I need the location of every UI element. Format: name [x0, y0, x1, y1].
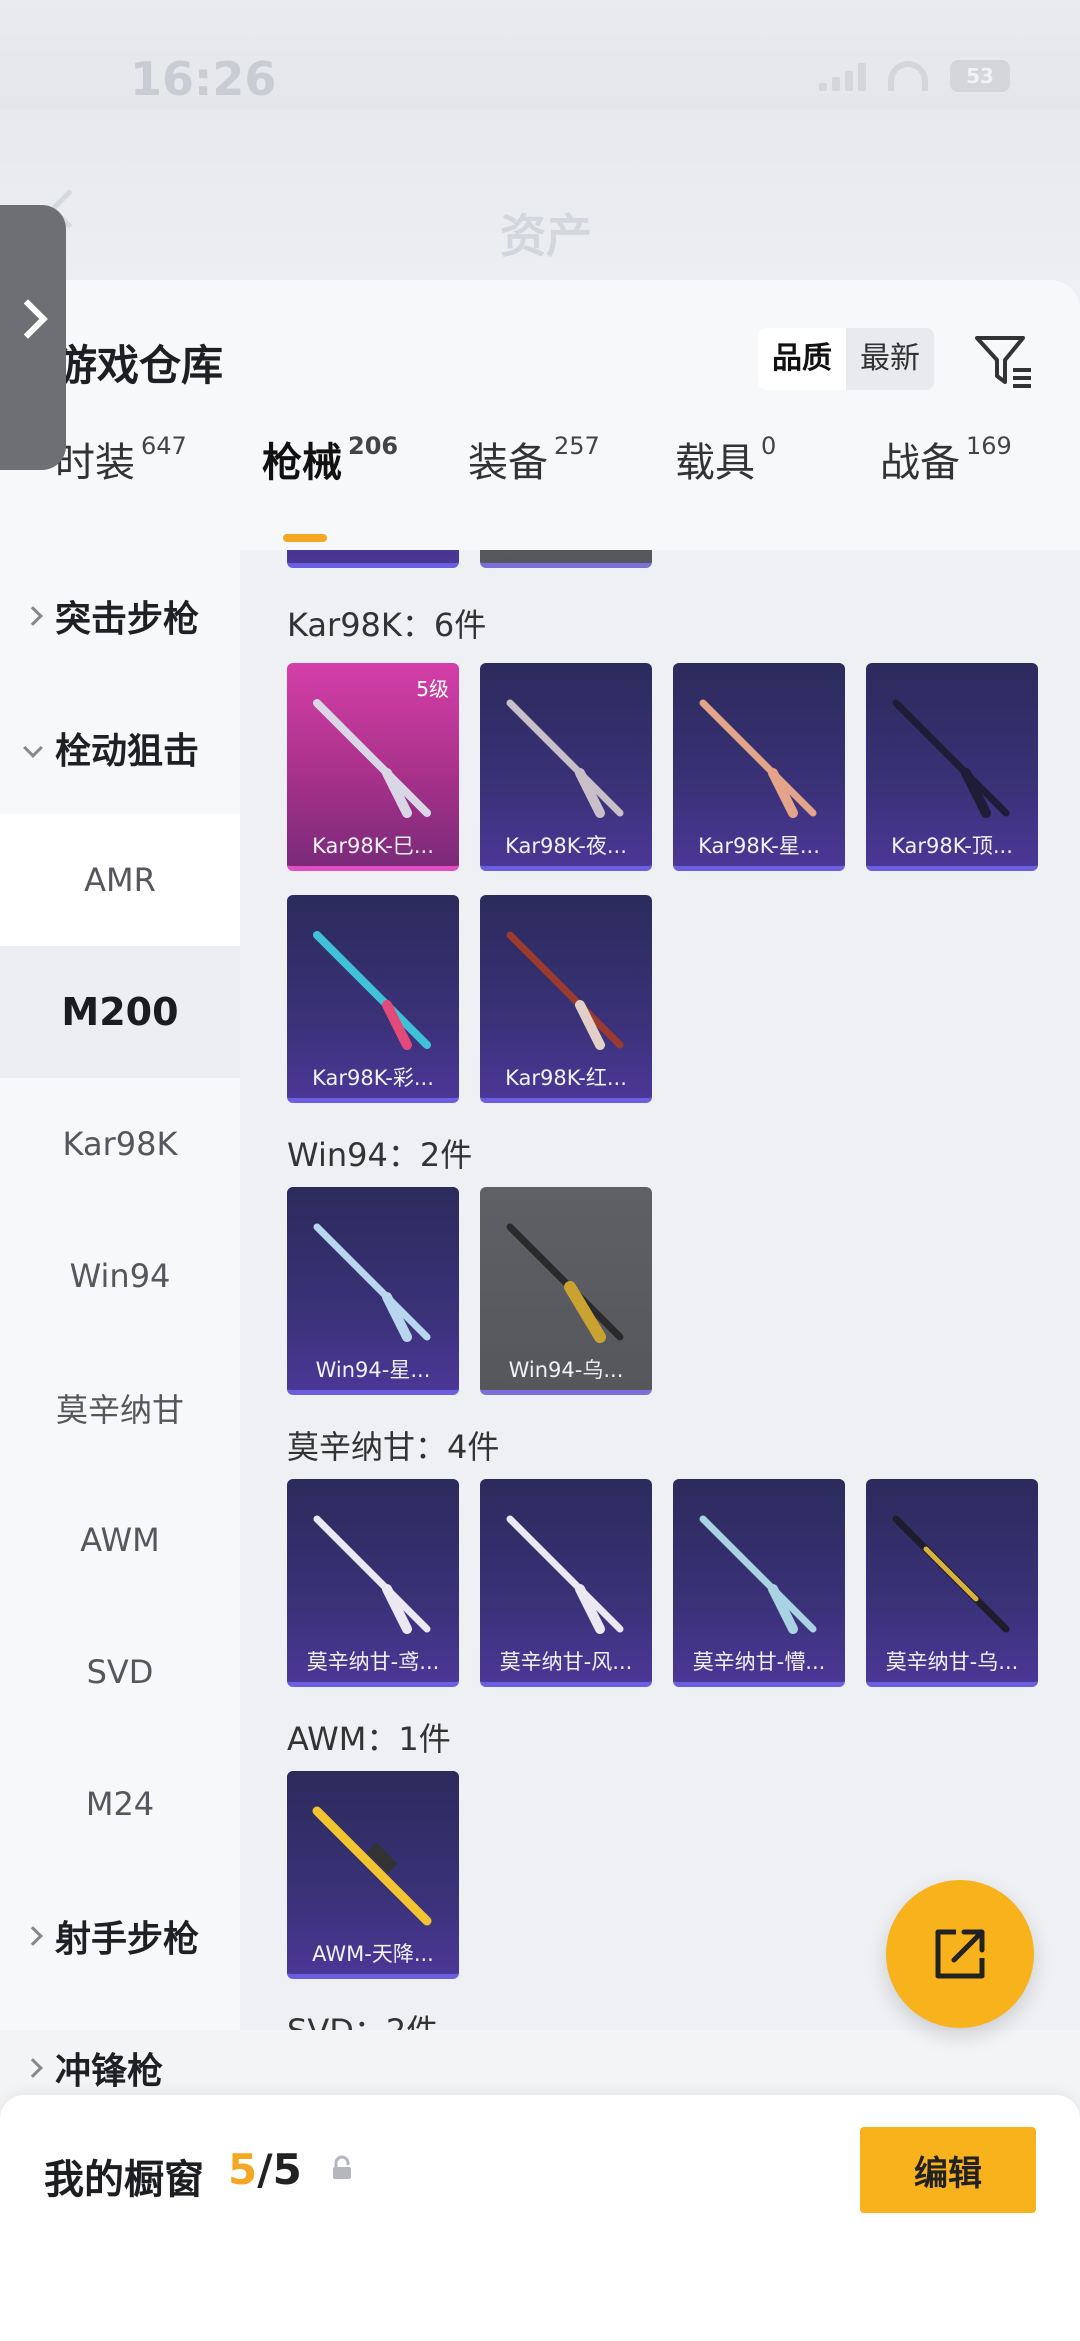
- background-header-title: 资产: [500, 209, 592, 263]
- section-title-kar98k: Kar98K：6件: [287, 606, 487, 644]
- weapon-card[interactable]: Kar98K-夜...: [480, 663, 652, 871]
- sort-toggle[interactable]: 品质 最新: [758, 328, 934, 390]
- status-bar: 16:26 53: [0, 0, 1080, 110]
- category-tabs: 时装 647 枪械 206 装备 257 载具 0 战备 169: [0, 430, 1080, 540]
- section-title-mosin: 莫辛纳甘：4件: [287, 1428, 500, 1466]
- sidebar-item-win94[interactable]: Win94: [0, 1210, 240, 1342]
- drawer-handle[interactable]: [0, 205, 66, 470]
- rifle-icon: [699, 1515, 817, 1634]
- active-tab-indicator: [283, 534, 327, 542]
- weapon-card[interactable]: 莫辛纳甘-乌...: [866, 1479, 1038, 1687]
- weapon-grid: Kar98K：6件 5级 Kar98K-巳... Kar98K-夜... Kar…: [240, 550, 1080, 2030]
- tab-supplies[interactable]: 战备 169: [880, 430, 1012, 488]
- sidebar-item-m200[interactable]: M200: [0, 946, 240, 1078]
- sidebar-group-bolt-sniper[interactable]: 栓动狙击: [0, 682, 240, 814]
- weapon-card[interactable]: Kar98K-顶...: [866, 663, 1038, 871]
- sidebar-group-marksman-rifle[interactable]: 射手步枪: [0, 1870, 240, 2002]
- weapon-card[interactable]: 莫辛纳甘-懵...: [673, 1479, 845, 1687]
- section-title-win94: Win94：2件: [287, 1136, 473, 1174]
- section-title-awm: AWM：1件: [287, 1720, 451, 1758]
- status-icons: 53: [819, 60, 1010, 92]
- rifle-icon: [892, 1515, 1010, 1633]
- weapon-card[interactable]: Kar98K-红...: [480, 895, 652, 1103]
- sidebar-item-svd[interactable]: SVD: [0, 1606, 240, 1738]
- tab-guns[interactable]: 枪械 206: [262, 430, 398, 488]
- weapon-card[interactable]: AWM-天降...: [287, 1771, 459, 1979]
- battery-icon: 53: [950, 60, 1010, 92]
- weapon-card[interactable]: 莫辛纳甘-鸢...: [287, 1479, 459, 1687]
- filter-icon[interactable]: [973, 330, 1035, 392]
- signal-icon: [819, 61, 866, 91]
- sidebar-group-assault-rifle[interactable]: 突击步枪: [0, 550, 240, 682]
- weapon-card-partial[interactable]: [480, 550, 652, 568]
- showcase-label: 我的橱窗: [44, 2157, 204, 2203]
- sidebar-item-awm[interactable]: AWM: [0, 1474, 240, 1606]
- rifle-icon: [506, 1223, 624, 1343]
- sort-option-newest[interactable]: 最新: [846, 328, 934, 390]
- weapon-card[interactable]: Kar98K-星...: [673, 663, 845, 871]
- rifle-icon: [699, 699, 817, 818]
- chevron-right-icon: [23, 2058, 43, 2078]
- rifle-icon: [312, 1806, 432, 1926]
- weapon-card[interactable]: Win94-星...: [287, 1187, 459, 1395]
- rifle-icon: [313, 931, 431, 1050]
- weapon-card-partial[interactable]: [287, 550, 459, 568]
- status-time: 16:26: [130, 52, 277, 106]
- sidebar-item-kar98k[interactable]: Kar98K: [0, 1078, 240, 1210]
- section-title-svd: SVD：2件: [287, 2006, 438, 2030]
- rifle-icon: [313, 1515, 431, 1634]
- wifi-icon: [888, 61, 928, 91]
- chevron-right-icon: [23, 606, 43, 626]
- showcase-count: 5/5: [228, 2145, 302, 2194]
- lock-icon: [333, 2155, 351, 2179]
- rifle-icon: [506, 931, 624, 1050]
- rifle-icon: [506, 1515, 624, 1634]
- chevron-right-icon: [23, 1926, 43, 1946]
- showcase-bar: 我的橱窗 5/5 编辑: [0, 2095, 1080, 2341]
- rifle-icon: [313, 1223, 431, 1342]
- sort-option-quality[interactable]: 品质: [758, 328, 846, 390]
- rifle-icon: [313, 699, 431, 818]
- sidebar-item-amr[interactable]: AMR: [0, 814, 240, 946]
- weapon-card[interactable]: Kar98K-彩...: [287, 895, 459, 1103]
- warehouse-sheet: 游戏仓库 品质 最新 时装 647 枪械 206 装备 257 载具 0 战备 169 突…: [0, 280, 1080, 2341]
- weapon-sidebar: 突击步枪 栓动狙击 AMR M200 Kar98K Win94 莫辛纳甘 AWM…: [0, 550, 240, 2092]
- tab-equipment[interactable]: 装备 257: [468, 430, 600, 488]
- edit-button[interactable]: 编辑: [860, 2127, 1036, 2213]
- rifle-icon: [506, 699, 624, 818]
- background-header: 资产: [0, 110, 1080, 280]
- chevron-down-icon: [23, 738, 43, 758]
- tab-vehicles[interactable]: 载具 0: [675, 430, 776, 488]
- rifle-icon: [892, 699, 1010, 818]
- share-button[interactable]: [886, 1880, 1034, 2028]
- weapon-card[interactable]: 5级 Kar98K-巳...: [287, 663, 459, 871]
- chevron-right-icon: [8, 299, 48, 339]
- sidebar-item-m24[interactable]: M24: [0, 1738, 240, 1870]
- page-title: 游戏仓库: [55, 341, 224, 390]
- weapon-card[interactable]: 莫辛纳甘-风...: [480, 1479, 652, 1687]
- sheet-header: 游戏仓库 品质 最新 时装 647 枪械 206 装备 257 载具 0 战备 169: [0, 280, 1080, 550]
- share-icon: [935, 1929, 985, 1979]
- sidebar-item-mosin[interactable]: 莫辛纳甘: [0, 1342, 240, 1474]
- weapon-card[interactable]: Win94-乌...: [480, 1187, 652, 1395]
- tab-fashion[interactable]: 时装 647: [55, 430, 187, 488]
